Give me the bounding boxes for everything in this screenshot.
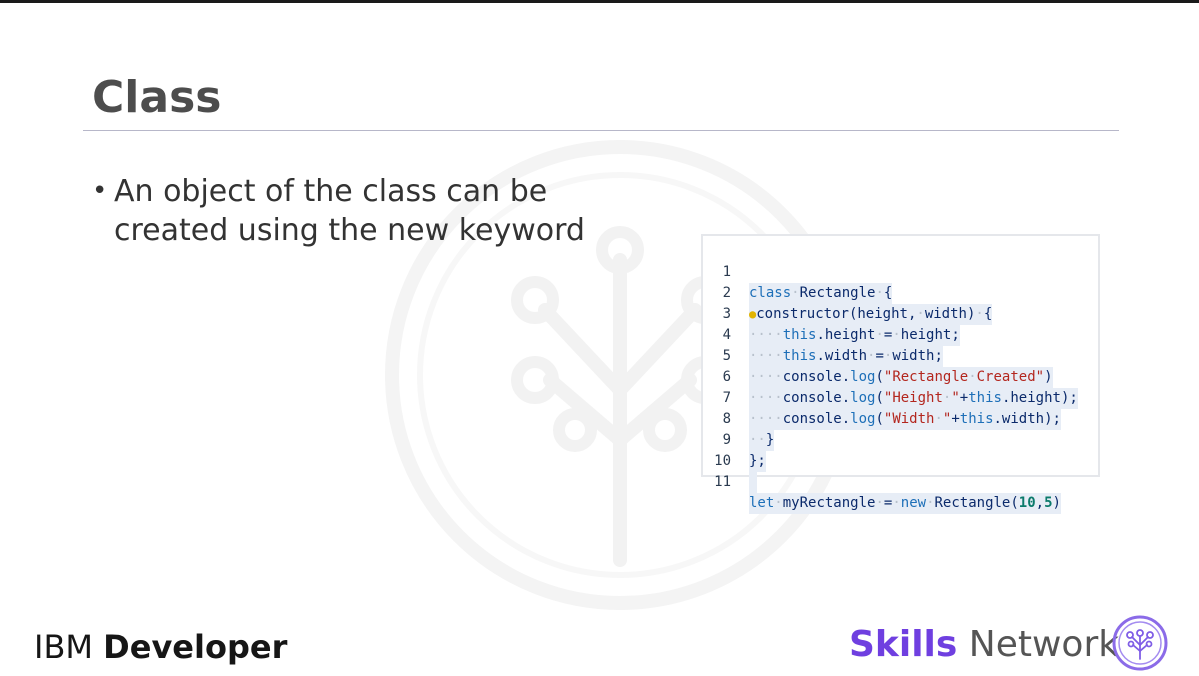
skills-network-badge-icon (1112, 615, 1168, 671)
code-snippet: 1 class·Rectangle·{ 2 ●constructor(heigh… (701, 234, 1100, 514)
code-text (749, 472, 758, 493)
code-line: 4 ····this.width·=·width; (703, 304, 1098, 367)
code-line: 2 ●constructor(height,·width)·{ (703, 262, 1098, 325)
skills-network-logo: Skills Network (849, 624, 1119, 665)
code-line: 8 ··} (703, 388, 1098, 451)
bullet-dot: • (92, 176, 108, 206)
code-line: 9 }; (703, 409, 1098, 472)
code-line: 6 ····console.log("Height·"+this.height)… (703, 346, 1098, 409)
title-divider (83, 130, 1119, 131)
bullet-point: • An object of the class can be created … (92, 172, 652, 250)
code-line: 11 let·myRectangle·=·new·Rectangle(10,5) (703, 451, 1098, 514)
ibm-developer-logo: IBM Developer (34, 628, 287, 666)
code-line: 7 ····console.log("Width·"+this.width); (703, 367, 1098, 430)
code-text: let·myRectangle·=·new·Rectangle(10,5) (749, 493, 1061, 514)
code-line: 1 class·Rectangle·{ (703, 241, 1098, 304)
bullet-text: An object of the class can be created us… (114, 174, 585, 248)
line-number: 11 (714, 474, 731, 490)
ibm-developer-word: Developer (103, 628, 288, 666)
top-border (0, 0, 1199, 3)
network-word: Network (968, 624, 1120, 665)
code-line: 10 (703, 430, 1098, 493)
code-line: 3 ····this.height·=·height; (703, 283, 1098, 346)
skills-word: Skills (849, 624, 958, 665)
ibm-prefix: IBM (34, 628, 93, 666)
slide-title: Class (92, 72, 222, 123)
code-line: 5 ····console.log("Rectangle·Created") (703, 325, 1098, 388)
